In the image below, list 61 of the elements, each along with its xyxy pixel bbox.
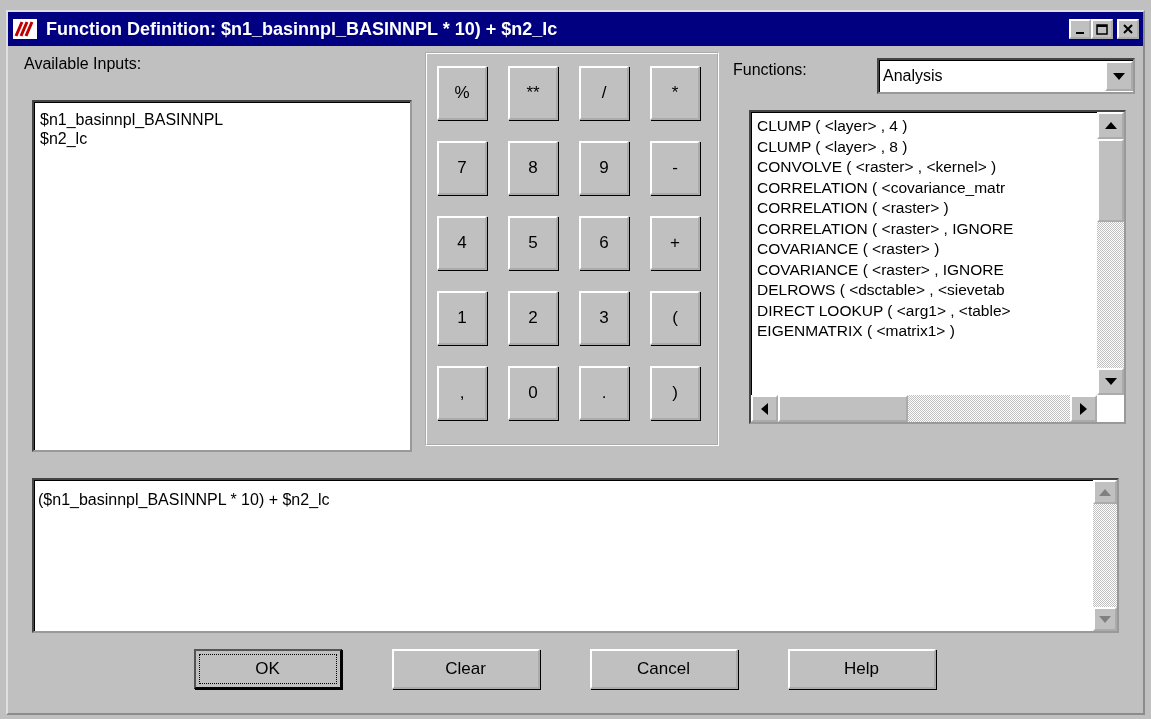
dialog-button[interactable]: Help	[787, 649, 936, 689]
down-arrow-icon	[1099, 615, 1111, 623]
scroll-left-button[interactable]	[751, 395, 778, 422]
input-item[interactable]: $n1_basinnpl_BASINNPL	[38, 110, 410, 129]
function-item[interactable]: CORRELATION ( <raster> )	[755, 198, 1097, 219]
close-icon	[1123, 24, 1133, 34]
keypad-key[interactable]: +	[650, 216, 700, 270]
keypad-key[interactable]: 3	[579, 291, 629, 345]
left-arrow-icon	[761, 402, 768, 415]
function-item[interactable]: CONVOLVE ( <raster> , <kernel> )	[755, 157, 1097, 178]
up-arrow-icon	[1104, 122, 1117, 129]
keypad-key[interactable]: 5	[508, 216, 558, 270]
input-item[interactable]: $n2_lc	[38, 129, 410, 148]
close-button[interactable]	[1117, 19, 1139, 39]
keypad-key[interactable]: %	[437, 66, 487, 120]
keypad-key[interactable]: .	[579, 366, 629, 420]
minimize-button[interactable]	[1069, 19, 1091, 39]
function-item[interactable]: DIRECT LOOKUP ( <arg1> , <table>	[755, 300, 1097, 321]
functions-label: Functions:	[733, 60, 807, 80]
function-item[interactable]: DELROWS ( <dsctable> , <sievetab	[755, 280, 1097, 301]
dropdown-arrow-icon	[1113, 72, 1125, 80]
keypad-key[interactable]: ,	[437, 366, 487, 420]
keypad-key[interactable]: (	[650, 291, 700, 345]
ok-button[interactable]: OK	[193, 649, 342, 689]
function-item[interactable]: CLUMP ( <layer> , 4 )	[755, 116, 1097, 137]
function-item[interactable]: COVARIANCE ( <raster> )	[755, 239, 1097, 260]
keypad-key[interactable]: **	[508, 66, 558, 120]
category-dropdown[interactable]: Analysis	[877, 58, 1135, 94]
inputs-label: Available Inputs:	[23, 54, 143, 74]
keypad-key[interactable]: /	[579, 66, 629, 120]
scroll-down-button[interactable]	[1097, 368, 1124, 395]
maximize-icon	[1096, 23, 1108, 35]
keypad-key[interactable]: 1	[437, 291, 487, 345]
maximize-button[interactable]	[1091, 19, 1113, 39]
keypad-key[interactable]: 9	[579, 141, 629, 195]
keypad-key[interactable]: -	[650, 141, 700, 195]
scroll-thumb[interactable]	[1097, 139, 1124, 222]
function-item[interactable]: COVARIANCE ( <raster> , IGNORE	[755, 259, 1097, 280]
window-title: Function Definition: $n1_basinnpl_BASINNPL * 10) + $n2_lc	[46, 17, 559, 41]
keypad-key[interactable]: 7	[437, 141, 487, 195]
app-icon	[12, 18, 38, 40]
function-item[interactable]: CORRELATION ( <covariance_matr	[755, 177, 1097, 198]
scroll-right-button[interactable]	[1070, 395, 1097, 422]
keypad-key[interactable]: *	[650, 66, 700, 120]
keypad-key[interactable]: )	[650, 366, 700, 420]
keypad-key[interactable]: 4	[437, 216, 487, 270]
dialog-button[interactable]: Cancel	[589, 649, 738, 689]
function-item[interactable]: EIGENMATRIX ( <matrix1> )	[755, 321, 1097, 342]
function-item[interactable]: CLUMP ( <layer> , 8 )	[755, 136, 1097, 157]
up-arrow-icon	[1099, 488, 1111, 496]
keypad-key[interactable]: 2	[508, 291, 558, 345]
dialog-button[interactable]: Clear	[391, 649, 540, 689]
keypad-key[interactable]: 8	[508, 141, 558, 195]
scroll-up-button[interactable]	[1097, 112, 1124, 139]
function-item[interactable]: CORRELATION ( <raster> , IGNORE	[755, 218, 1097, 239]
scroll-thumb[interactable]	[778, 395, 908, 422]
down-arrow-icon	[1104, 378, 1117, 385]
right-arrow-icon	[1080, 402, 1087, 415]
keypad-key[interactable]: 0	[508, 366, 558, 420]
keypad-key[interactable]: 6	[579, 216, 629, 270]
minimize-icon	[1076, 32, 1084, 34]
